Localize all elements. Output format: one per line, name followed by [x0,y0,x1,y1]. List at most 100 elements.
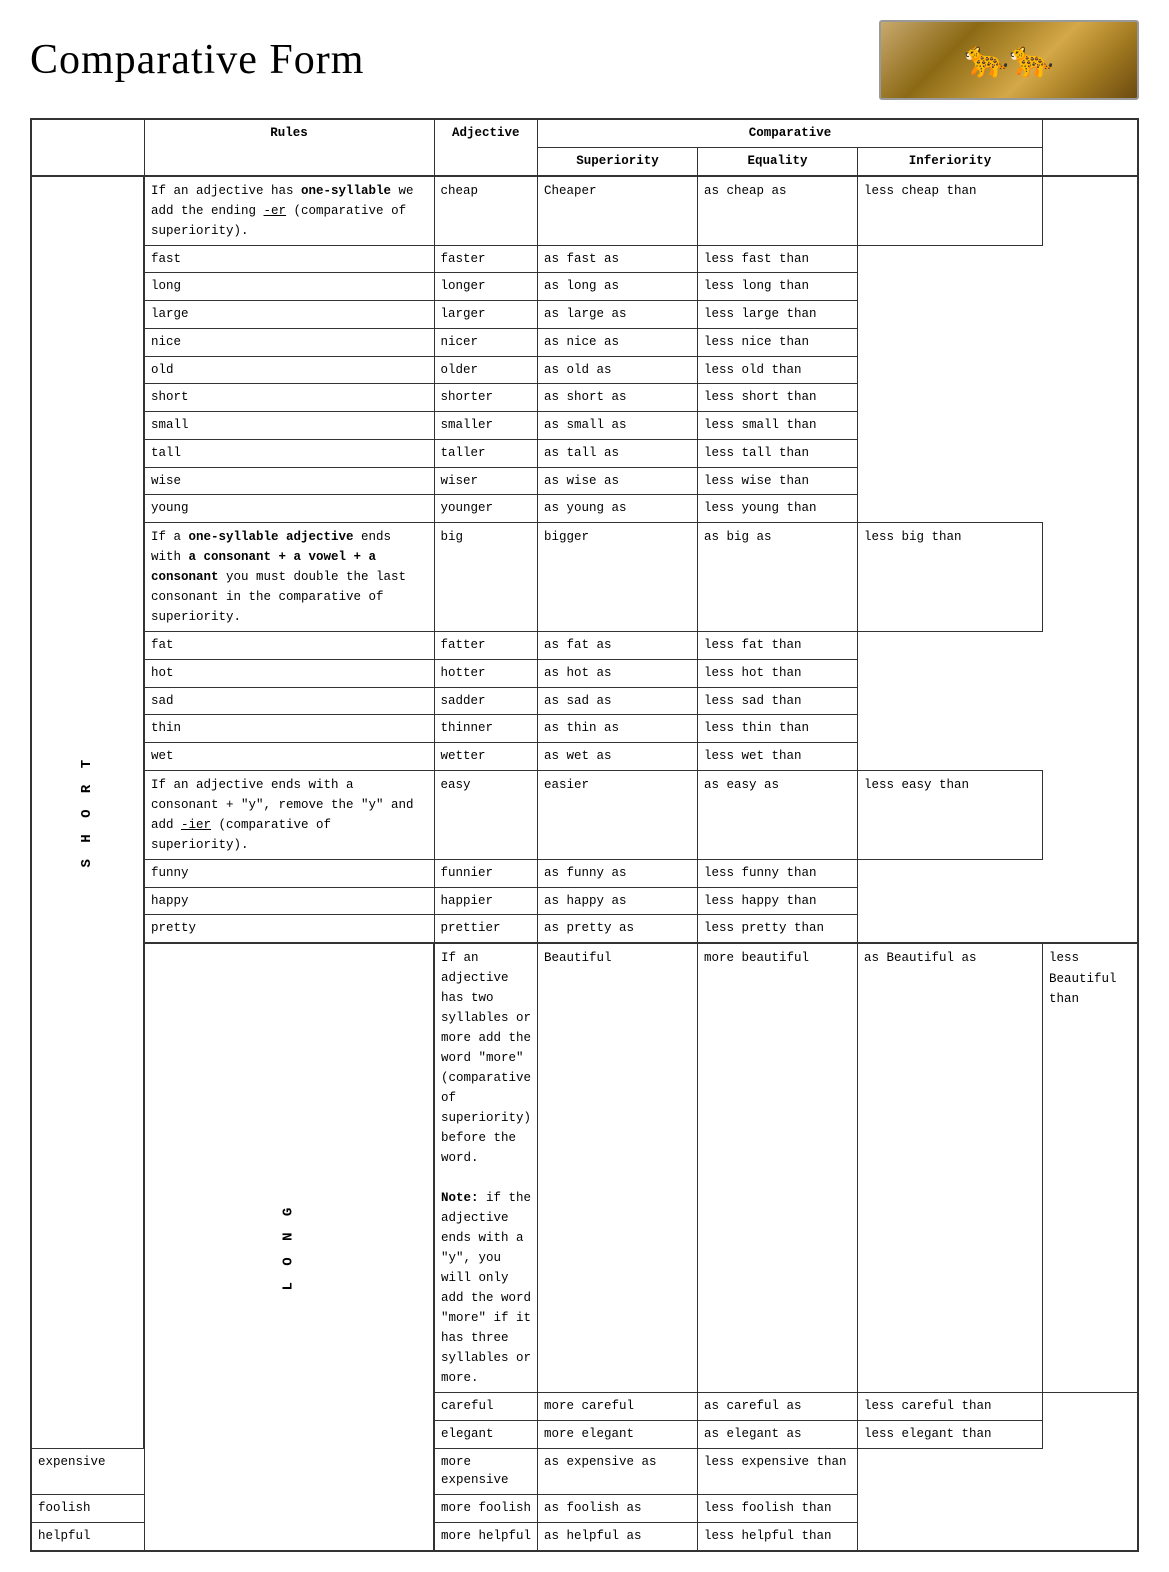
superiority-cell: shorter [434,384,538,412]
page-title: Comparative Form [30,36,364,84]
inferiority-cell: less thin than [698,715,858,743]
adjective-cell: funny [144,859,434,887]
inferiority-cell: less expensive than [698,1448,858,1495]
adjective-cell: small [144,412,434,440]
equality-cell: as tall as [538,439,698,467]
adjective-cell: careful [434,1393,538,1421]
table-row: S H O R TIf an adjective has one-syllabl… [31,176,1138,246]
equality-cell: as elegant as [698,1420,858,1448]
rule-cell: If an adjective has two syllables or mor… [434,943,538,1393]
adjective-cell: fast [144,245,434,273]
table-row: longlongeras long asless long than [31,273,1138,301]
section-label: L O N G [144,943,434,1551]
inferiority-cell: less old than [698,356,858,384]
adjective-cell: long [144,273,434,301]
superiority-cell: longer [434,273,538,301]
inferiority-cell: less sad than [698,687,858,715]
inferiority-cell: less pretty than [698,915,858,943]
inferiority-cell: less funny than [698,859,858,887]
adjective-cell: Beautiful [538,943,698,1393]
inferiority-cell: less elegant than [858,1420,1043,1448]
superiority-cell: older [434,356,538,384]
equality-cell: as thin as [538,715,698,743]
adjective-cell: short [144,384,434,412]
superiority-cell: larger [434,301,538,329]
superiority-cell: thinner [434,715,538,743]
equality-cell: as fat as [538,632,698,660]
inferiority-header: Inferiority [858,147,1043,175]
adjective-cell: hot [144,659,434,687]
equality-cell: as foolish as [538,1495,698,1523]
inferiority-cell: less wet than [698,743,858,771]
table-row: L O N GIf an adjective has two syllables… [31,943,1138,1393]
equality-header: Equality [698,147,858,175]
inferiority-cell: less young than [698,495,858,523]
inferiority-cell: less tall than [698,439,858,467]
adjective-cell: wise [144,467,434,495]
table-row: happyhappieras happy asless happy than [31,887,1138,915]
table-row: smallsmalleras small asless small than [31,412,1138,440]
superiority-cell: easier [538,770,698,859]
inferiority-cell: less careful than [858,1393,1043,1421]
adjective-cell: fat [144,632,434,660]
comparative-form-table: Rules Adjective Comparative Superiority … [30,118,1139,1552]
table-row: If a one-syllable adjective ends with a … [31,523,1138,632]
table-row: shortshorteras short asless short than [31,384,1138,412]
adjective-cell: big [434,523,538,632]
superiority-header: Superiority [538,147,698,175]
equality-cell: as pretty as [538,915,698,943]
equality-cell: as Beautiful as [858,943,1043,1393]
inferiority-cell: less Beautiful than [1043,943,1138,1393]
cheetah-image [879,20,1139,100]
adjective-cell: thin [144,715,434,743]
equality-cell: as big as [698,523,858,632]
rule-cell: If an adjective ends with a consonant + … [144,770,434,859]
superiority-cell: taller [434,439,538,467]
adjective-cell: expensive [31,1448,144,1495]
equality-cell: as old as [538,356,698,384]
inferiority-cell: less fat than [698,632,858,660]
equality-cell: as sad as [538,687,698,715]
equality-cell: as funny as [538,859,698,887]
equality-cell: as easy as [698,770,858,859]
adjective-cell: nice [144,328,434,356]
table-row: wetwetteras wet asless wet than [31,743,1138,771]
inferiority-cell: less long than [698,273,858,301]
equality-cell: as hot as [538,659,698,687]
adjective-cell: happy [144,887,434,915]
equality-cell: as wise as [538,467,698,495]
inferiority-cell: less foolish than [698,1495,858,1523]
table-row: fastfasteras fast asless fast than [31,245,1138,273]
table-row: If an adjective ends with a consonant + … [31,770,1138,859]
table-header-row: Rules Adjective Comparative [31,119,1138,147]
rules-header: Rules [144,119,434,176]
table-row: sadsadderas sad asless sad than [31,687,1138,715]
superiority-cell: nicer [434,328,538,356]
equality-cell: as wet as [538,743,698,771]
adjective-cell: elegant [434,1420,538,1448]
table-row: funnyfunnieras funny asless funny than [31,859,1138,887]
table-row: fatfatteras fat asless fat than [31,632,1138,660]
adjective-header: Adjective [434,119,538,176]
table-row: oldolderas old asless old than [31,356,1138,384]
table-row: wisewiseras wise asless wise than [31,467,1138,495]
rule-cell: If a one-syllable adjective ends with a … [144,523,434,632]
inferiority-cell: less small than [698,412,858,440]
equality-cell: as short as [538,384,698,412]
adjective-cell: cheap [434,176,538,246]
table-row: niceniceras nice asless nice than [31,328,1138,356]
inferiority-cell: less cheap than [858,176,1043,246]
inferiority-cell: less short than [698,384,858,412]
equality-cell: as nice as [538,328,698,356]
inferiority-cell: less big than [858,523,1043,632]
adjective-cell: easy [434,770,538,859]
superiority-cell: more helpful [434,1522,538,1550]
table-row: hothotteras hot asless hot than [31,659,1138,687]
superiority-cell: funnier [434,859,538,887]
superiority-cell: wiser [434,467,538,495]
page-header: Comparative Form [30,20,1139,100]
adjective-cell: foolish [31,1495,144,1523]
superiority-cell: prettier [434,915,538,943]
superiority-cell: bigger [538,523,698,632]
superiority-cell: wetter [434,743,538,771]
